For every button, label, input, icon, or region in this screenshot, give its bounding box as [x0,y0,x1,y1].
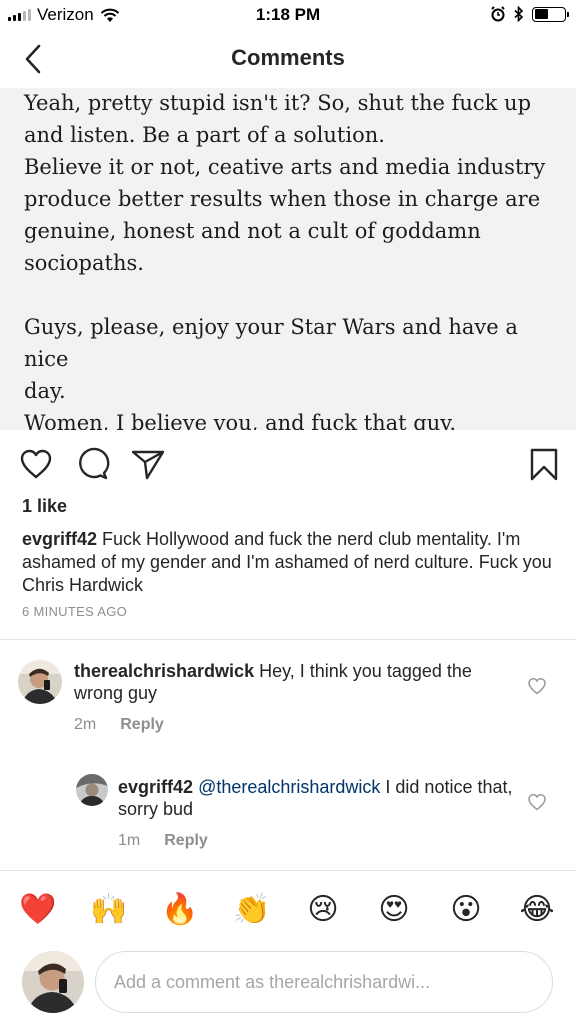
like-button[interactable] [18,446,54,482]
comment-like-button[interactable] [527,676,547,696]
heart-icon [20,449,52,479]
reply-button[interactable]: Reply [164,832,208,850]
caption-timestamp: 6 MINUTES AGO [22,604,128,619]
emoji-fire-button[interactable]: 🔥 [160,890,200,930]
emoji-raised-hands-button[interactable]: 🙌 [89,890,129,930]
save-button[interactable] [526,446,562,482]
post-paragraph: Guys, please, enjoy your Star Wars and h… [24,315,518,430]
battery-level [534,9,548,19]
reply-button[interactable]: Reply [120,716,164,734]
post-paragraph: Yeah, pretty stupid isn't it? So, shut t… [24,91,546,275]
avatar[interactable] [22,951,84,1013]
comment-meta: 1m Reply [118,832,208,850]
like-count[interactable]: 1 like [22,496,67,517]
emoji-tears-of-joy-button[interactable]: 😂 [517,890,557,930]
divider [0,870,576,871]
mention-link[interactable]: @therealchrishardwick [198,777,380,797]
emoji-heart-eyes-button[interactable]: 😍 [374,890,414,930]
comment-icon [79,447,110,480]
bluetooth-icon [514,6,524,22]
comment-username[interactable]: evgriff42 [118,777,193,797]
avatar[interactable] [18,660,62,704]
profile-photo [22,951,84,1013]
comment-like-button[interactable] [527,792,547,812]
comment-input[interactable] [95,951,553,1013]
status-bar: Verizon 1:18 PM [0,0,576,30]
comment-username[interactable]: therealchrishardwick [74,661,254,681]
share-button[interactable] [130,446,166,482]
post-actions [0,440,576,490]
page-title: Comments [231,45,345,70]
comment-time: 2m [74,716,97,733]
emoji-quick-bar: ❤️ 🙌 🔥 👏 😢 😍 😮 😂 [0,880,576,940]
battery-icon [532,6,569,22]
comment-time: 1m [118,832,141,849]
profile-photo [76,774,108,806]
emoji-heart-button[interactable]: ❤️ [18,890,58,930]
heart-icon [528,794,546,811]
emoji-clapping-button[interactable]: 👏 [232,890,272,930]
comment-composer [0,948,576,1024]
comment-button[interactable] [74,446,110,482]
comment-body: therealchrishardwick Hey, I think you ta… [74,660,514,704]
alarm-icon [491,6,505,22]
emoji-surprised-button[interactable]: 😮 [446,890,486,930]
navigation-bar: Comments [0,30,576,88]
status-icons [490,6,569,22]
post-text-image: Yeah, pretty stupid isn't it? So, shut t… [0,88,576,430]
caption-username[interactable]: evgriff42 [22,529,97,549]
divider [0,639,576,640]
heart-icon [528,678,546,695]
emoji-crying-button[interactable]: 😢 [303,890,343,930]
bookmark-icon [530,448,558,481]
share-icon [131,450,165,480]
comment-meta: 2m Reply [74,716,164,734]
avatar[interactable] [76,774,108,806]
caption-text: Fuck Hollywood and fuck the nerd club me… [22,529,552,595]
comment-body: evgriff42 @therealchrishardwick I did no… [118,776,518,820]
post-caption: evgriff42 Fuck Hollywood and fuck the ne… [22,528,562,597]
profile-photo [18,660,62,704]
